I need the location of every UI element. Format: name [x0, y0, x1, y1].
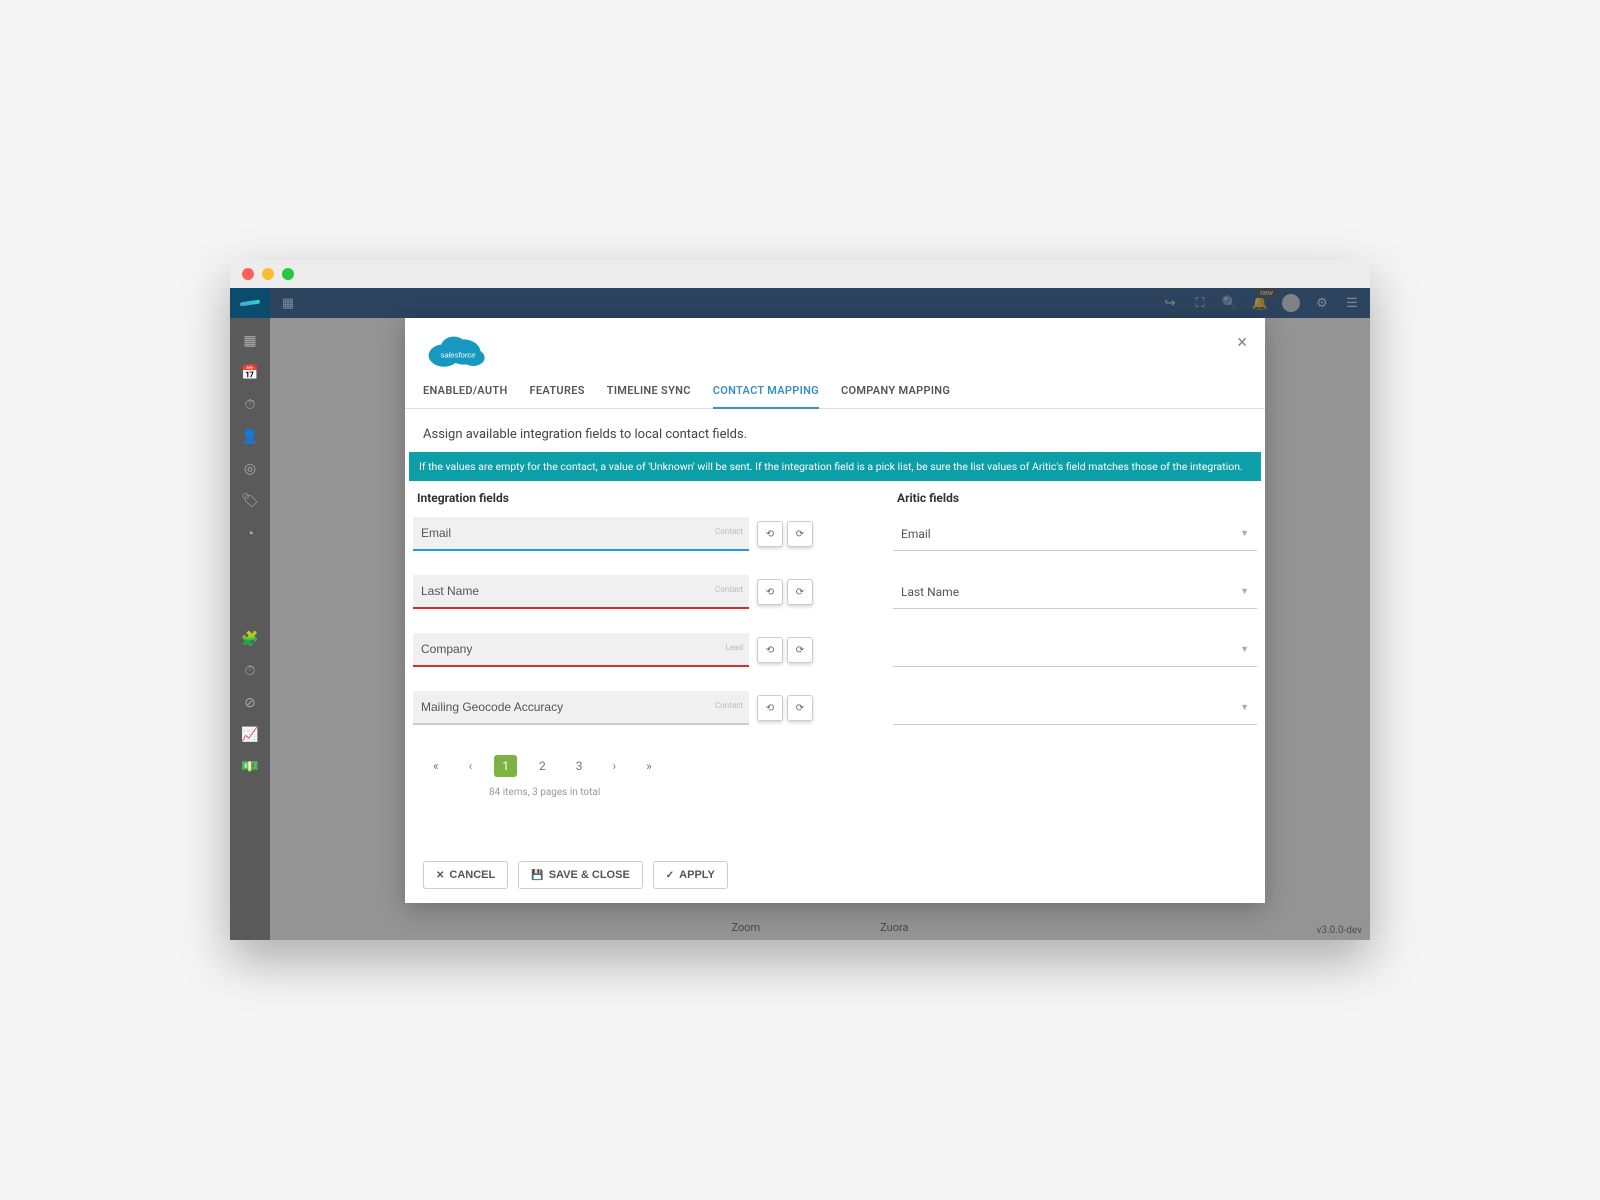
pagination: « ‹ 1 2 3 › »	[413, 749, 813, 783]
tab-company-mapping[interactable]: COMPANY MAPPING	[841, 384, 950, 408]
integration-modal: salesforce × ENABLED/AUTH FEATURES TIMEL…	[405, 318, 1265, 903]
block-icon[interactable]: ⊘	[241, 694, 259, 712]
salesforce-logo: salesforce	[423, 330, 493, 374]
tab-contact-mapping[interactable]: CONTACT MAPPING	[713, 384, 819, 409]
chart-icon[interactable]: 📈	[241, 726, 259, 744]
page-last-icon[interactable]: »	[638, 755, 660, 777]
page-prev-icon[interactable]: ‹	[461, 755, 481, 777]
page-first-icon[interactable]: «	[425, 755, 447, 777]
calendar-icon[interactable]: 📅	[241, 364, 259, 382]
page-next-icon[interactable]: ›	[605, 755, 625, 777]
cancel-button[interactable]: ✕ CANCEL	[423, 861, 508, 889]
aritic-fields-title: Aritic fields	[893, 491, 1257, 517]
select-value: Email	[901, 527, 931, 541]
field-row-email: Contact ⟲ ⟳	[413, 517, 813, 551]
page-1[interactable]: 1	[494, 755, 517, 777]
integration-field-company[interactable]	[413, 633, 749, 667]
x-icon: ✕	[436, 870, 444, 881]
sync-left-icon[interactable]: ⟲	[757, 695, 783, 721]
info-banner: If the values are empty for the contact,…	[409, 452, 1261, 481]
plugin-icon[interactable]: 🧩	[241, 630, 259, 648]
integration-field-lastname[interactable]	[413, 575, 749, 609]
integration-field-geocode[interactable]	[413, 691, 749, 725]
sync-right-icon[interactable]: ⟳	[787, 637, 813, 663]
chevron-down-icon: ▼	[1240, 528, 1249, 539]
sync-left-icon[interactable]: ⟲	[757, 521, 783, 547]
aritic-select-geocode[interactable]: ▼	[893, 691, 1257, 725]
close-icon[interactable]: ×	[1237, 332, 1247, 353]
save-label: SAVE & CLOSE	[549, 869, 630, 881]
sync-right-icon[interactable]: ⟳	[787, 695, 813, 721]
tab-features[interactable]: FEATURES	[530, 384, 585, 408]
svg-text:salesforce: salesforce	[440, 351, 475, 360]
apply-label: APPLY	[679, 869, 715, 881]
money-icon[interactable]: 💵	[241, 758, 259, 776]
chevron-down-icon: ▼	[1240, 644, 1249, 655]
aritic-select-company[interactable]: ▼	[893, 633, 1257, 667]
sync-left-icon[interactable]: ⟲	[757, 579, 783, 605]
pagination-summary: 84 items, 3 pages in total	[413, 783, 813, 798]
dashboard-icon[interactable]: ▦	[241, 332, 259, 350]
field-row-lastname: Contact ⟲ ⟳	[413, 575, 813, 609]
sync-left-icon[interactable]: ⟲	[757, 637, 783, 663]
field-row-geocode: Contact ⟲ ⟳	[413, 691, 813, 725]
app-logo[interactable]	[230, 288, 270, 318]
aritic-select-lastname[interactable]: Last Name ▼	[893, 575, 1257, 609]
integration-fields-title: Integration fields	[413, 491, 813, 517]
sync-right-icon[interactable]: ⟳	[787, 579, 813, 605]
speed-icon[interactable]: ⏱	[241, 662, 259, 680]
field-hint: Contact	[715, 701, 743, 710]
save-close-button[interactable]: 💾 SAVE & CLOSE	[518, 861, 643, 889]
close-dot[interactable]	[242, 268, 254, 280]
field-hint: Lead	[726, 643, 743, 652]
modal-tabs: ENABLED/AUTH FEATURES TIMELINE SYNC CONT…	[405, 374, 1265, 409]
select-value: Last Name	[901, 585, 959, 599]
chevron-down-icon: ▼	[1240, 586, 1249, 597]
instruction-text: Assign available integration fields to l…	[405, 423, 1265, 452]
gauge-icon[interactable]: ⏱	[241, 396, 259, 414]
target-icon[interactable]: ◎	[241, 460, 259, 478]
field-hint: Contact	[715, 585, 743, 594]
apply-button[interactable]: ✓ APPLY	[653, 861, 728, 889]
window-titlebar	[230, 260, 1370, 288]
aritic-select-email[interactable]: Email ▼	[893, 517, 1257, 551]
tag-icon[interactable]: 🏷	[241, 492, 259, 510]
left-sidebar: ▦ 📅 ⏱ 👤 ◎ 🏷 ◔ 🧩 ⏱ ⊘ 📈 💵	[230, 288, 270, 940]
minimize-dot[interactable]	[262, 268, 274, 280]
page-3[interactable]: 3	[568, 755, 591, 777]
tab-timeline-sync[interactable]: TIMELINE SYNC	[607, 384, 691, 408]
check-icon: ✓	[666, 870, 674, 881]
tab-enabled-auth[interactable]: ENABLED/AUTH	[423, 384, 508, 408]
integration-field-email[interactable]	[413, 517, 749, 551]
clock-icon[interactable]: ◔	[241, 524, 259, 542]
cancel-label: CANCEL	[449, 869, 495, 881]
user-icon[interactable]: 👤	[241, 428, 259, 446]
field-row-company: Lead ⟲ ⟳	[413, 633, 813, 667]
sync-right-icon[interactable]: ⟳	[787, 521, 813, 547]
save-icon: 💾	[531, 870, 543, 881]
field-hint: Contact	[715, 527, 743, 536]
maximize-dot[interactable]	[282, 268, 294, 280]
browser-window: ▦ 📅 ⏱ 👤 ◎ 🏷 ◔ 🧩 ⏱ ⊘ 📈 💵	[230, 260, 1370, 940]
page-2[interactable]: 2	[531, 755, 554, 777]
chevron-down-icon: ▼	[1240, 702, 1249, 713]
